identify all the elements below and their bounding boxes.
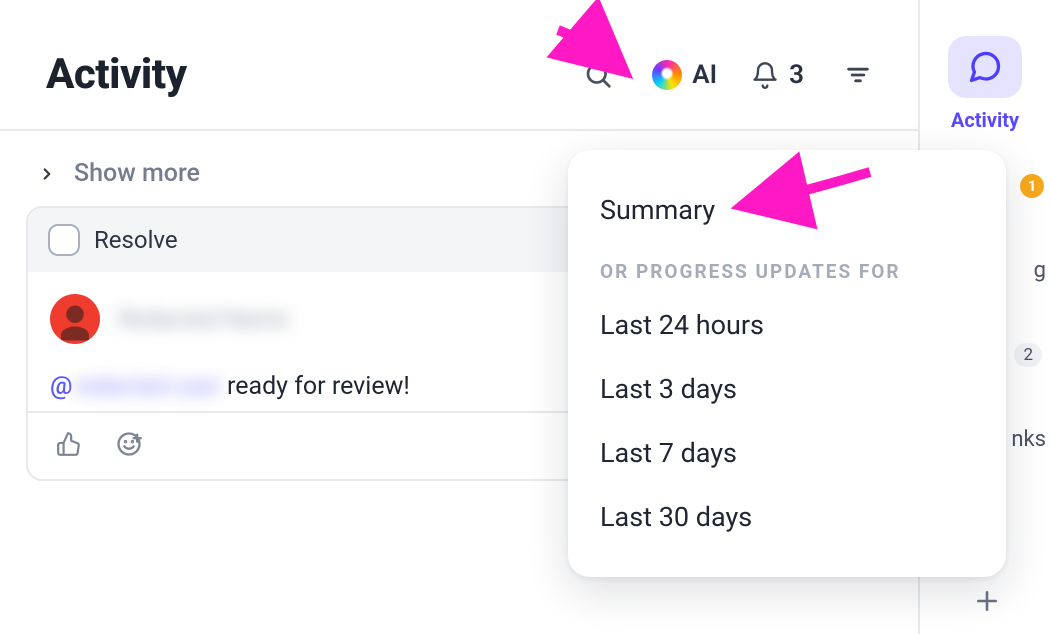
notifications-button[interactable]: 3 xyxy=(751,60,804,90)
sidebar-item-partial[interactable]: g xyxy=(1034,258,1046,283)
person-icon xyxy=(54,302,96,344)
sidebar-item-partial-2[interactable]: nks xyxy=(1011,427,1046,452)
resolve-label: Resolve xyxy=(94,226,178,254)
menu-item-30d[interactable]: Last 30 days xyxy=(568,485,1006,549)
menu-item-7d[interactable]: Last 7 days xyxy=(568,421,1006,485)
ai-orb-icon xyxy=(652,60,682,90)
resolve-checkbox[interactable] xyxy=(48,224,80,256)
page-title: Activity xyxy=(46,50,187,99)
ai-dropdown-menu: Summary Or progress updates for Last 24 … xyxy=(568,150,1006,577)
search-icon[interactable] xyxy=(578,55,618,95)
show-more-button[interactable]: Show more xyxy=(26,153,212,206)
comment-tail: ready for review! xyxy=(221,372,410,401)
add-reaction-icon[interactable] xyxy=(112,427,146,461)
ai-label: AI xyxy=(692,60,717,90)
show-more-label: Show more xyxy=(74,159,200,188)
header-actions: AI 3 xyxy=(578,55,878,95)
ai-button[interactable]: AI xyxy=(652,60,717,90)
chat-bubble-icon xyxy=(967,49,1003,85)
count-pill[interactable]: 2 xyxy=(1014,343,1042,367)
avatar xyxy=(50,294,100,344)
mention-at[interactable]: @ xyxy=(50,372,72,401)
add-button[interactable] xyxy=(974,587,1000,622)
menu-item-summary[interactable]: Summary xyxy=(568,178,1006,242)
activity-tab-label: Activity xyxy=(951,108,1019,132)
chevron-right-icon xyxy=(38,165,56,183)
thumbs-up-icon[interactable] xyxy=(52,427,86,461)
author-name-redacted: Redacted Name xyxy=(118,305,289,333)
filter-icon[interactable] xyxy=(838,55,878,95)
menu-item-3d[interactable]: Last 3 days xyxy=(568,357,1006,421)
status-badge[interactable]: 1 xyxy=(1020,174,1044,198)
activity-tab[interactable] xyxy=(948,36,1022,98)
menu-heading: Or progress updates for xyxy=(568,242,1006,293)
bell-icon xyxy=(751,61,779,89)
header: Activity AI 3 xyxy=(0,0,918,131)
menu-item-24h[interactable]: Last 24 hours xyxy=(568,293,1006,357)
plus-icon xyxy=(974,588,1000,614)
notification-count: 3 xyxy=(789,60,804,90)
mention-name-redacted: redacted user xyxy=(74,372,220,400)
